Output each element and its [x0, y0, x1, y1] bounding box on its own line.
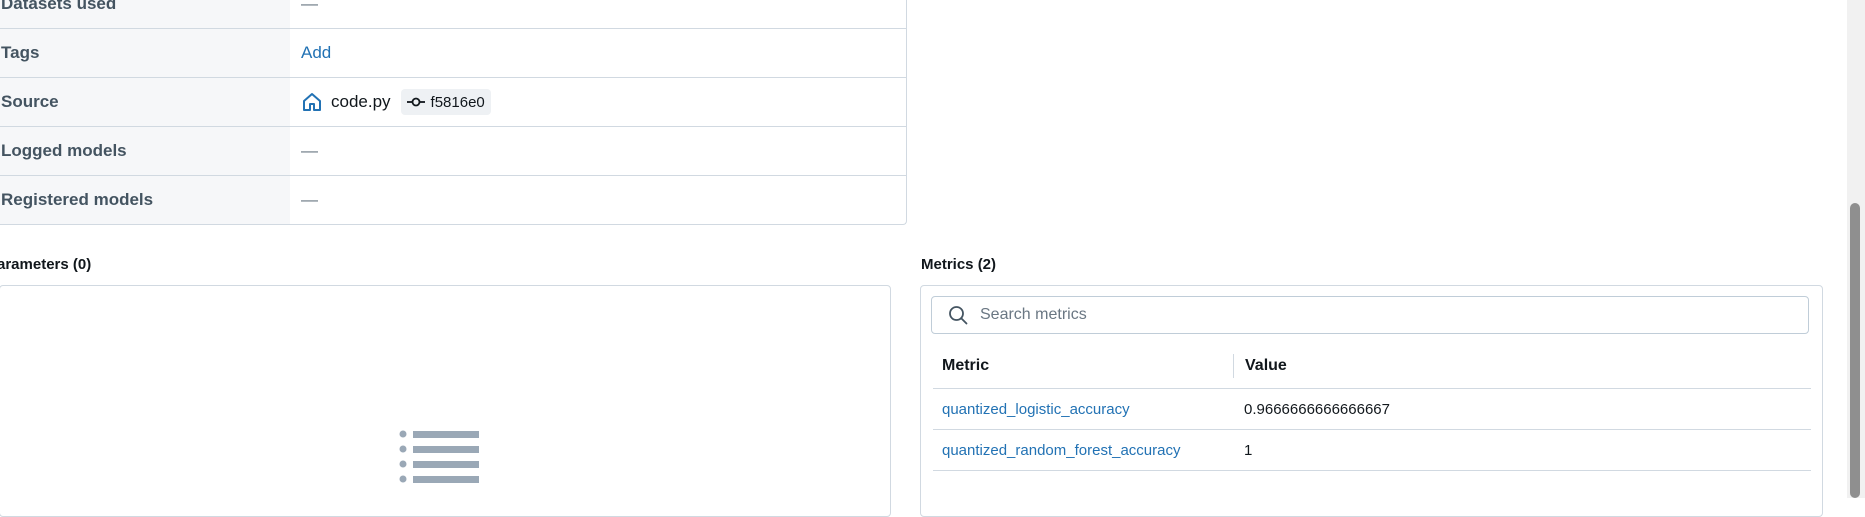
datasets-used-label: Datasets used — [0, 0, 290, 28]
metrics-table: Metric Value quantized_logistic_accuracy… — [933, 344, 1811, 471]
search-icon — [948, 305, 968, 325]
metrics-title: Metrics (2) — [921, 256, 997, 273]
metric-column-header[interactable]: Metric — [933, 357, 1233, 375]
source-file-name: code.py — [331, 92, 391, 111]
add-tag-link[interactable]: Add — [301, 43, 331, 63]
table-row: quantized_random_forest_accuracy 1 — [933, 430, 1811, 471]
run-details-table: Datasets used — Tags Add Source code.py … — [0, 0, 907, 225]
metric-name-link[interactable]: quantized_logistic_accuracy — [942, 401, 1130, 418]
parameters-title: arameters (0) — [0, 256, 92, 273]
metrics-panel: Metric Value quantized_logistic_accuracy… — [920, 285, 1823, 517]
logged-models-value: — — [301, 141, 318, 160]
home-icon — [301, 91, 323, 113]
commit-badge[interactable]: f5816e0 — [400, 89, 491, 115]
datasets-used-value: — — [301, 0, 318, 13]
scrollbar-thumb[interactable] — [1850, 203, 1860, 498]
parameters-panel — [0, 285, 891, 517]
details-row-logged-models: Logged models — — [0, 127, 906, 176]
details-row-registered-models: Registered models — — [0, 176, 906, 224]
git-commit-icon — [406, 97, 425, 107]
source-label: Source — [0, 78, 290, 126]
metric-name-link[interactable]: quantized_random_forest_accuracy — [942, 442, 1180, 459]
search-metrics-box[interactable] — [931, 296, 1809, 334]
value-column-header[interactable]: Value — [1233, 354, 1811, 378]
registered-models-label: Registered models — [0, 176, 290, 224]
details-row-datasets: Datasets used — — [0, 0, 906, 29]
details-row-source: Source code.py f5816e0 — [0, 78, 906, 127]
tags-label: Tags — [0, 29, 290, 77]
scrollbar-track[interactable] — [1847, 0, 1865, 498]
empty-list-icon — [399, 430, 479, 483]
commit-hash: f5816e0 — [430, 93, 485, 111]
metrics-table-header: Metric Value — [933, 344, 1811, 389]
details-row-tags: Tags Add — [0, 29, 906, 78]
logged-models-label: Logged models — [0, 127, 290, 175]
search-metrics-input[interactable] — [978, 305, 1782, 325]
metric-value: 1 — [1244, 441, 1253, 459]
registered-models-value: — — [301, 190, 318, 209]
table-row: quantized_logistic_accuracy 0.9666666666… — [933, 389, 1811, 430]
metric-value: 0.9666666666666667 — [1244, 400, 1390, 418]
